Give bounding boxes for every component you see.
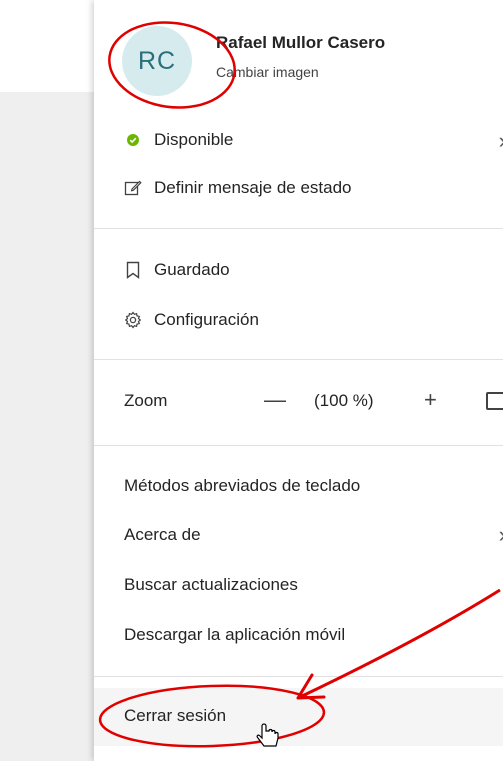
annotation-overlay (98, 21, 501, 748)
annotation-circle-avatar (108, 21, 236, 109)
annotation-arrow (297, 588, 501, 700)
annotation-circle-sign-out (98, 684, 326, 748)
